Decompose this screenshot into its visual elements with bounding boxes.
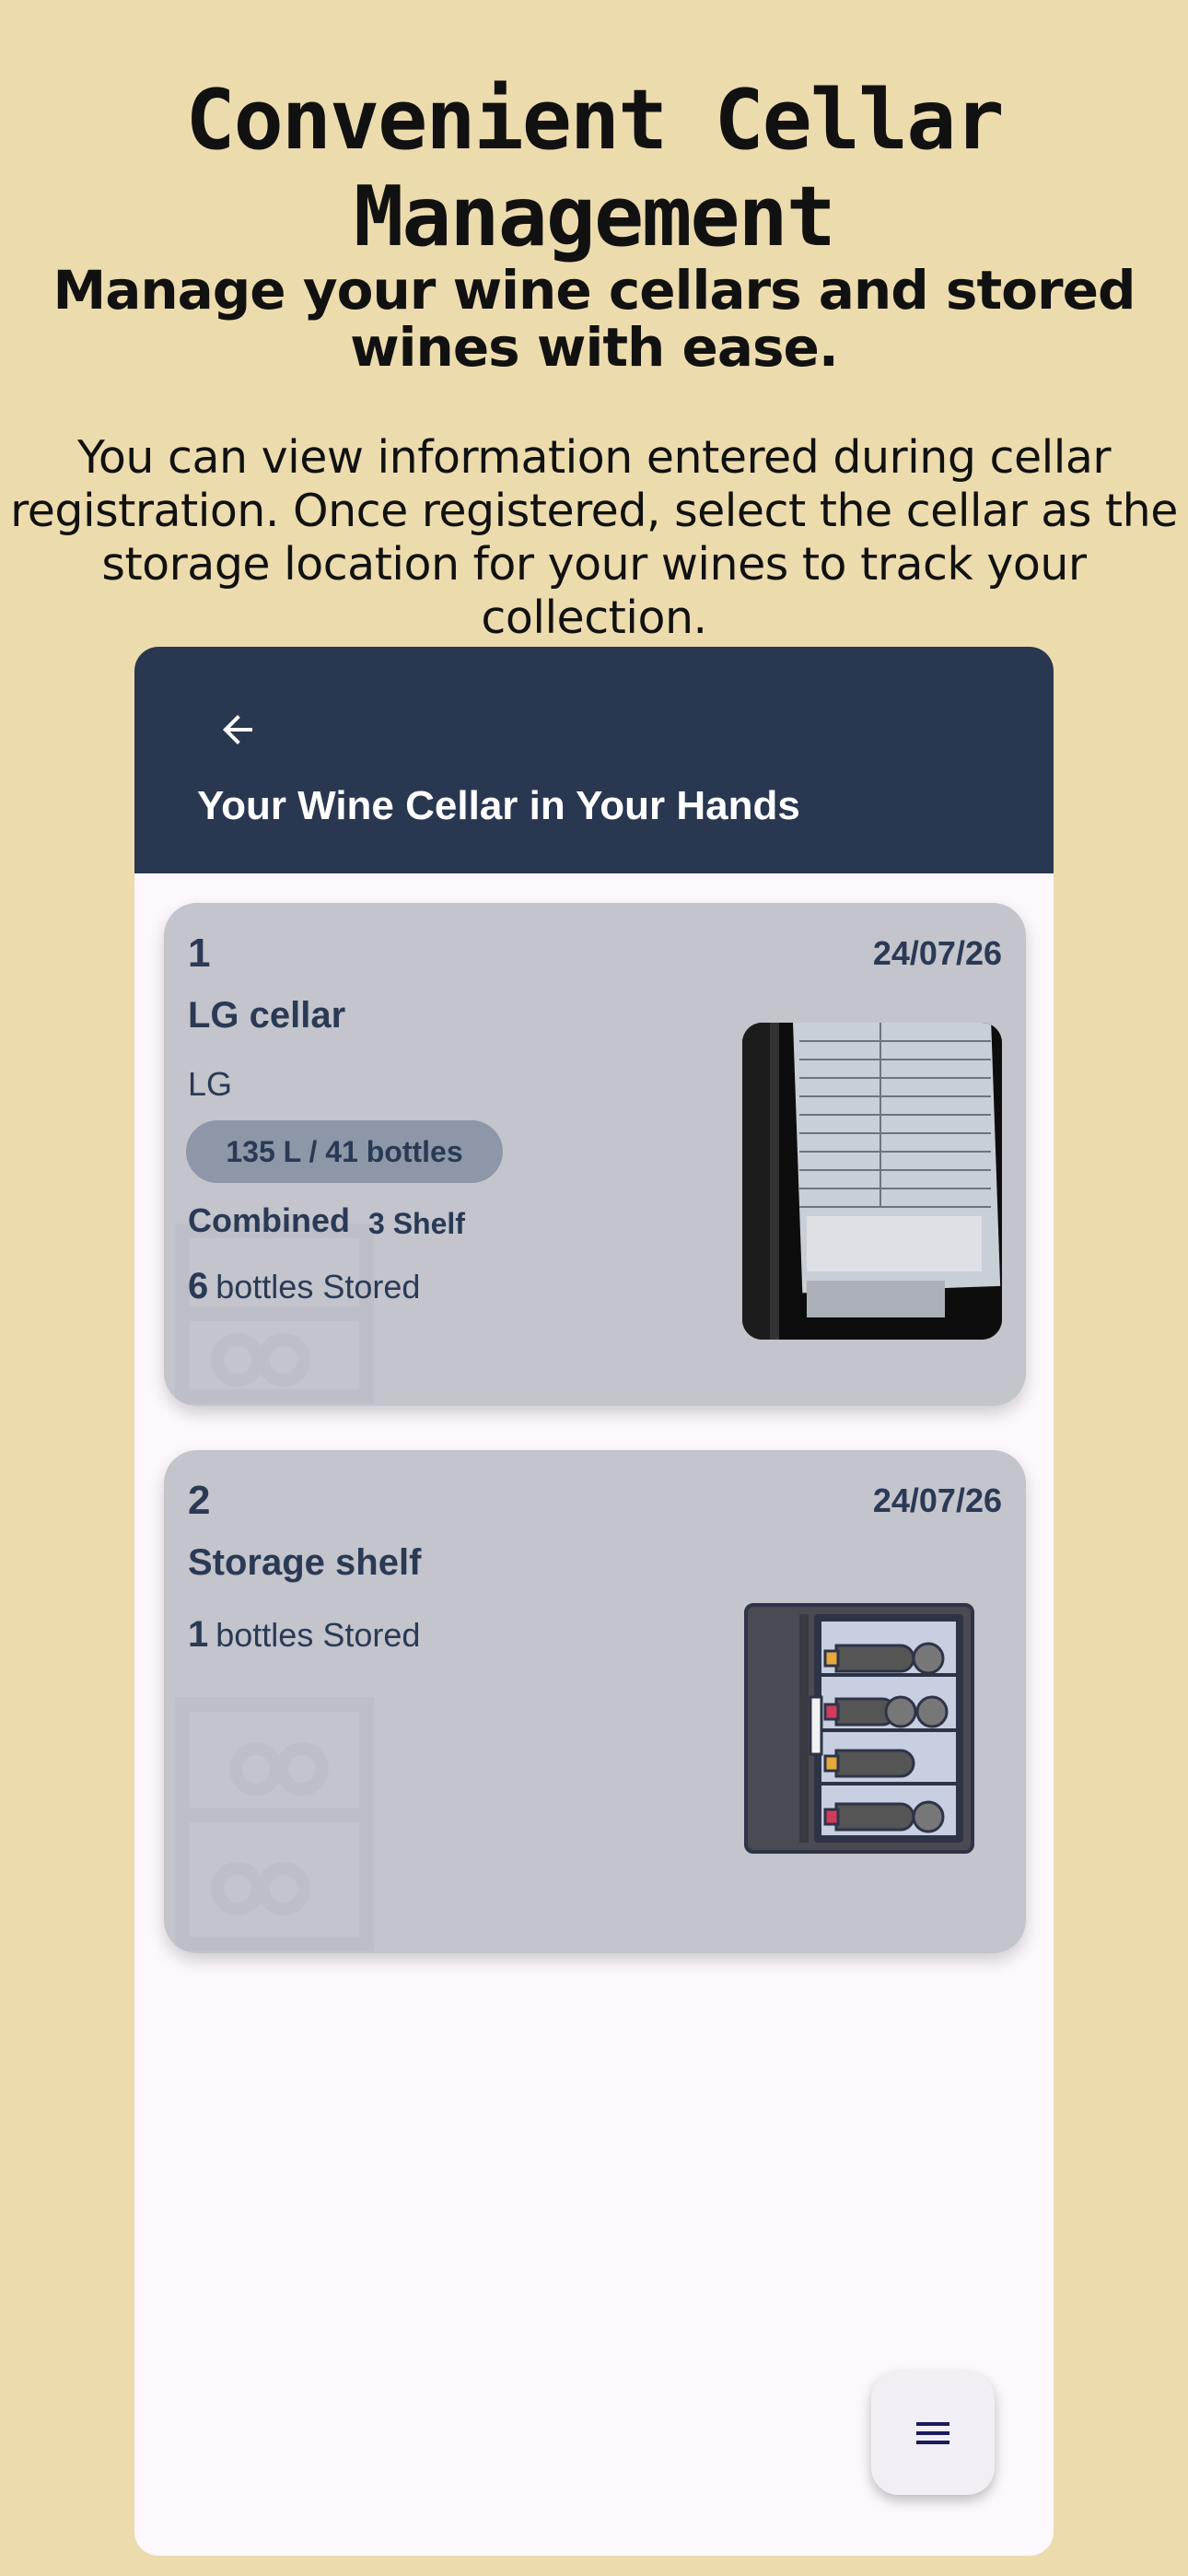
wine-rack-watermark-icon [175,1697,374,1951]
wine-rack-watermark-icon [175,1224,374,1404]
stored-count: 1 [188,1614,209,1655]
stored-count-row: 1 bottles Stored [188,1614,420,1656]
promo-title: Convenient Cellar Management [185,72,1004,265]
cellar-card-2[interactable]: 2 24/07/26 Storage shelf 1 bottles Stored [164,1450,1026,1953]
promo-description: You can view information entered during … [10,431,1178,644]
cellar-type: Combined [188,1201,350,1239]
cellar-name: Storage shelf [188,1542,422,1583]
shelf-count: 3 Shelf [368,1207,465,1240]
phone-screen: Your Wine Cellar in Your Hands 1 24/07/2… [134,647,1054,2556]
app-bar: Your Wine Cellar in Your Hands [134,647,1054,873]
capacity-chip: 135 L / 41 bottles [186,1120,503,1183]
stored-label: bottles Stored [215,1268,421,1306]
back-button[interactable] [192,684,284,776]
menu-icon [916,2422,949,2444]
cellar-photo [742,1023,1002,1340]
cellar-date: 24/07/26 [872,934,1002,972]
wine-fridge-icon [744,1603,974,1854]
cellar-card-1[interactable]: 1 24/07/26 LG cellar LG 135 L / 41 bottl… [164,903,1026,1406]
promo-subtitle: Manage your wine cellars and stored wine… [52,259,1136,379]
stored-count: 6 [188,1266,209,1306]
cellar-index: 1 [188,931,211,976]
cellar-index: 2 [188,1478,211,1523]
cellar-maker: LG [188,1065,233,1103]
cellar-date: 24/07/26 [872,1481,1002,1519]
stored-label: bottles Stored [215,1616,421,1654]
arrow-left-icon [223,715,252,744]
app-title: Your Wine Cellar in Your Hands [197,783,800,828]
stored-count-row: 6 bottles Stored [188,1266,420,1307]
cellar-name: LG cellar [188,995,346,1036]
menu-fab[interactable] [871,2371,995,2495]
